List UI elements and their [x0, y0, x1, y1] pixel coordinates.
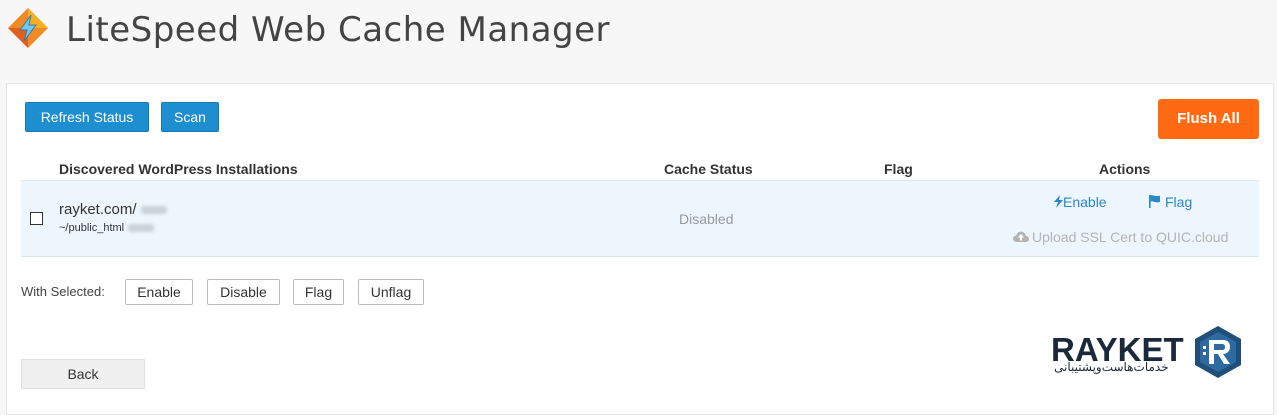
column-header-flag: Flag: [884, 161, 913, 177]
installation-domain: rayket.com/: [59, 201, 167, 218]
row-select-checkbox[interactable]: [30, 212, 43, 225]
bulk-flag-button[interactable]: Flag: [293, 279, 344, 305]
redacted-text: [128, 224, 155, 233]
redacted-text: [140, 206, 167, 215]
cache-manager-panel: Refresh Status Scan Flush All Discovered…: [6, 83, 1274, 415]
installation-path: ~/public_html: [59, 222, 155, 234]
upload-ssl-label: Upload SSL Cert to QUIC.cloud: [1032, 229, 1229, 245]
bulk-disable-button[interactable]: Disable: [207, 279, 280, 305]
flush-all-button[interactable]: Flush All: [1158, 99, 1259, 139]
bolt-icon: [1054, 195, 1063, 208]
cloud-upload-icon: [1013, 231, 1029, 242]
enable-link-label: Enable: [1063, 194, 1107, 210]
table-row: rayket.com/ ~/public_html Disabled Enabl…: [21, 181, 1259, 257]
flag-icon: [1149, 195, 1160, 208]
bulk-unflag-button[interactable]: Unflag: [358, 279, 424, 305]
rayket-logo-icon: [1195, 326, 1241, 378]
path-text: ~/public_html: [59, 222, 125, 234]
column-header-installations: Discovered WordPress Installations: [59, 161, 298, 177]
refresh-status-button[interactable]: Refresh Status: [25, 102, 149, 132]
with-selected-label: With Selected:: [21, 284, 105, 299]
column-header-actions: Actions: [1099, 161, 1151, 177]
scan-button[interactable]: Scan: [161, 102, 219, 132]
rayket-watermark-tagline: خدمات‌هاست‌وپشتیبانی: [1054, 360, 1169, 374]
back-button[interactable]: Back: [21, 359, 145, 389]
cache-status-value: Disabled: [679, 211, 734, 227]
column-header-cache-status: Cache Status: [664, 161, 753, 177]
enable-link[interactable]: Enable: [1054, 194, 1107, 210]
domain-text: rayket.com/: [59, 201, 137, 218]
bulk-enable-button[interactable]: Enable: [125, 279, 193, 305]
flag-link[interactable]: Flag: [1149, 194, 1192, 210]
upload-ssl-link[interactable]: Upload SSL Cert to QUIC.cloud: [1013, 229, 1228, 245]
litespeed-logo-icon: [8, 8, 48, 48]
app-header: LiteSpeed Web Cache Manager: [0, 0, 1277, 64]
flag-link-label: Flag: [1165, 194, 1193, 210]
page-title: LiteSpeed Web Cache Manager: [66, 10, 611, 50]
